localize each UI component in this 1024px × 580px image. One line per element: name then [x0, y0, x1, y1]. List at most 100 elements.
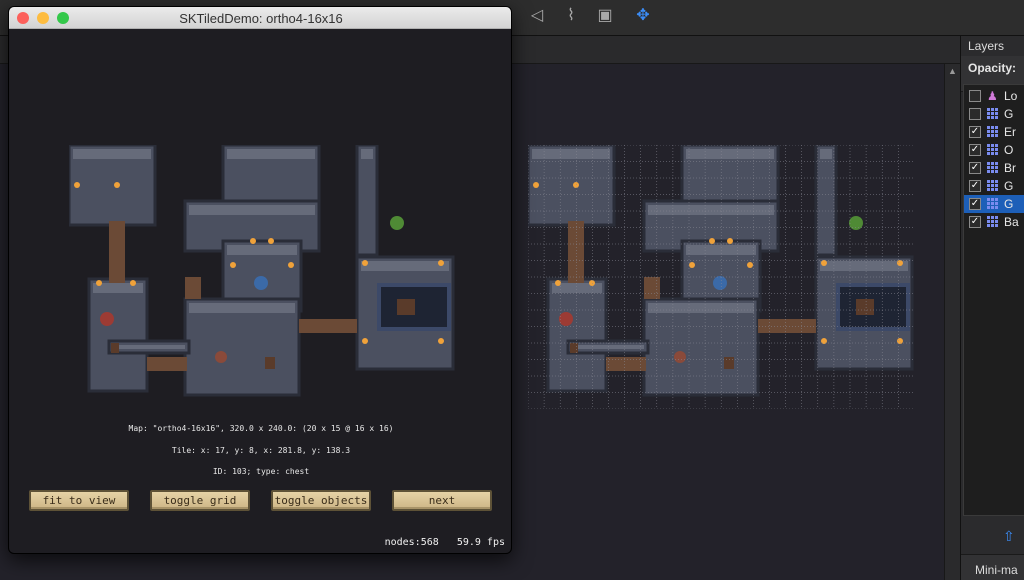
wooden-bridge	[568, 221, 584, 283]
dwarf-character	[215, 351, 227, 363]
torch	[897, 260, 903, 266]
torch	[709, 238, 715, 244]
wooden-bridge	[185, 277, 201, 299]
torch	[438, 338, 444, 344]
polyline-tool-icon[interactable]: ⌇	[558, 4, 584, 28]
wooden-bridge	[299, 319, 357, 333]
window-title: SKTiledDemo: ortho4-16x16	[179, 11, 343, 26]
fit-to-view-button[interactable]: fit to view	[29, 490, 129, 511]
polygon-tool-icon[interactable]: ◁	[524, 4, 550, 28]
blue-character	[713, 276, 727, 290]
fps-counter: 59.9 fps	[456, 537, 505, 548]
barrel	[724, 357, 734, 369]
layer-visibility-checkbox[interactable]: ✓	[969, 216, 981, 228]
layer-visibility-checkbox[interactable]	[969, 90, 981, 102]
layer-visibility-checkbox[interactable]	[969, 108, 981, 120]
render-stats: nodes:568 59.9 fps	[385, 537, 505, 548]
tile-layer-icon	[987, 144, 999, 156]
torch	[362, 260, 368, 266]
torch	[727, 238, 733, 244]
layer-row[interactable]: ✓ O	[964, 141, 1024, 159]
torch	[438, 260, 444, 266]
dungeon-wall	[189, 205, 315, 215]
dungeon-room	[546, 277, 608, 393]
dungeon-room	[87, 277, 149, 393]
layers-panel-title: Layers	[968, 39, 1005, 53]
dungeon-wall	[227, 149, 315, 159]
wooden-bridge	[147, 357, 187, 371]
dungeon-room	[183, 297, 301, 397]
torch	[362, 338, 368, 344]
torch	[288, 262, 294, 268]
dungeon-wall	[361, 261, 449, 271]
layer-name: G	[1004, 179, 1014, 193]
layer-row[interactable]: ✓ G	[964, 195, 1024, 213]
layer-row[interactable]: ✓ G	[964, 177, 1024, 195]
layer-row[interactable]: ♟ Lo	[964, 87, 1024, 105]
toggle-grid-button[interactable]: toggle grid	[150, 490, 250, 511]
layer-name: Lo	[1004, 89, 1018, 103]
game-tile-map[interactable]	[69, 145, 455, 409]
tile-layer-icon	[987, 108, 999, 120]
layer-visibility-checkbox[interactable]: ✓	[969, 144, 981, 156]
dungeon-room	[642, 297, 760, 397]
scroll-up-icon[interactable]: ▲	[948, 66, 957, 76]
layer-row[interactable]: ✓ Er	[964, 123, 1024, 141]
dungeon-wall	[648, 303, 754, 313]
dungeon-wall	[532, 149, 610, 159]
chest	[397, 299, 415, 315]
layer-name: Ba	[1004, 215, 1019, 229]
dungeon-wall	[572, 345, 644, 349]
barrel	[570, 343, 578, 353]
minimap-label: Mini-ma	[975, 563, 1018, 577]
layer-list[interactable]: ♟ Lo G ✓ Er ✓ O ✓ Br ✓ G ✓ G ✓ Ba	[963, 84, 1024, 516]
green-character	[849, 216, 863, 230]
layer-visibility-checkbox[interactable]: ✓	[969, 180, 981, 192]
dungeon-wall	[227, 245, 297, 255]
torch	[689, 262, 695, 268]
barrel	[265, 357, 275, 369]
layer-row[interactable]: G	[964, 105, 1024, 123]
dungeon-wall	[73, 149, 151, 159]
blue-character	[254, 276, 268, 290]
dungeon-wall	[686, 149, 774, 159]
layer-row[interactable]: ✓ Br	[964, 159, 1024, 177]
toggle-objects-button[interactable]: toggle objects	[271, 490, 371, 511]
dungeon-wall	[820, 149, 832, 159]
torch	[268, 238, 274, 244]
torch	[573, 182, 579, 188]
next-button[interactable]: next	[392, 490, 492, 511]
tile-layer-icon	[987, 180, 999, 192]
editor-tile-map[interactable]	[528, 145, 914, 409]
tile-layer-icon	[987, 216, 999, 228]
torch	[96, 280, 102, 286]
move-tool-icon[interactable]: ✥	[630, 4, 656, 28]
dungeon-wall	[361, 149, 373, 159]
torch	[533, 182, 539, 188]
wooden-bridge	[606, 357, 646, 371]
dungeon-wall	[113, 345, 185, 349]
opacity-label: Opacity:	[968, 61, 1017, 75]
barrel	[111, 343, 119, 353]
image-tool-icon[interactable]: ▣	[592, 4, 618, 28]
torch	[589, 280, 595, 286]
node-count: nodes:568	[384, 537, 439, 548]
layer-row[interactable]: ✓ Ba	[964, 213, 1024, 231]
dungeon-wall	[820, 261, 908, 271]
dungeon-room	[355, 145, 379, 257]
layers-panel: Layers Opacity: ♟ Lo G ✓ Er ✓ O ✓ Br ✓ G ✓ G ✓ Ba ⇧ Mi…	[960, 36, 1024, 580]
layer-visibility-checkbox[interactable]: ✓	[969, 198, 981, 210]
layer-visibility-checkbox[interactable]: ✓	[969, 126, 981, 138]
window-titlebar[interactable]: SKTiledDemo: ortho4-16x16	[9, 7, 511, 29]
chest	[856, 299, 874, 315]
layer-name: O	[1004, 143, 1014, 157]
torch	[114, 182, 120, 188]
move-layer-up-icon[interactable]: ⇧	[1003, 528, 1015, 545]
editor-vertical-scrollbar[interactable]: ▲	[944, 64, 960, 580]
layer-visibility-checkbox[interactable]: ✓	[969, 162, 981, 174]
minimap-tab[interactable]: Mini-ma	[961, 554, 1024, 580]
wooden-bridge	[644, 277, 660, 299]
torch	[747, 262, 753, 268]
torch	[821, 260, 827, 266]
torch	[74, 182, 80, 188]
